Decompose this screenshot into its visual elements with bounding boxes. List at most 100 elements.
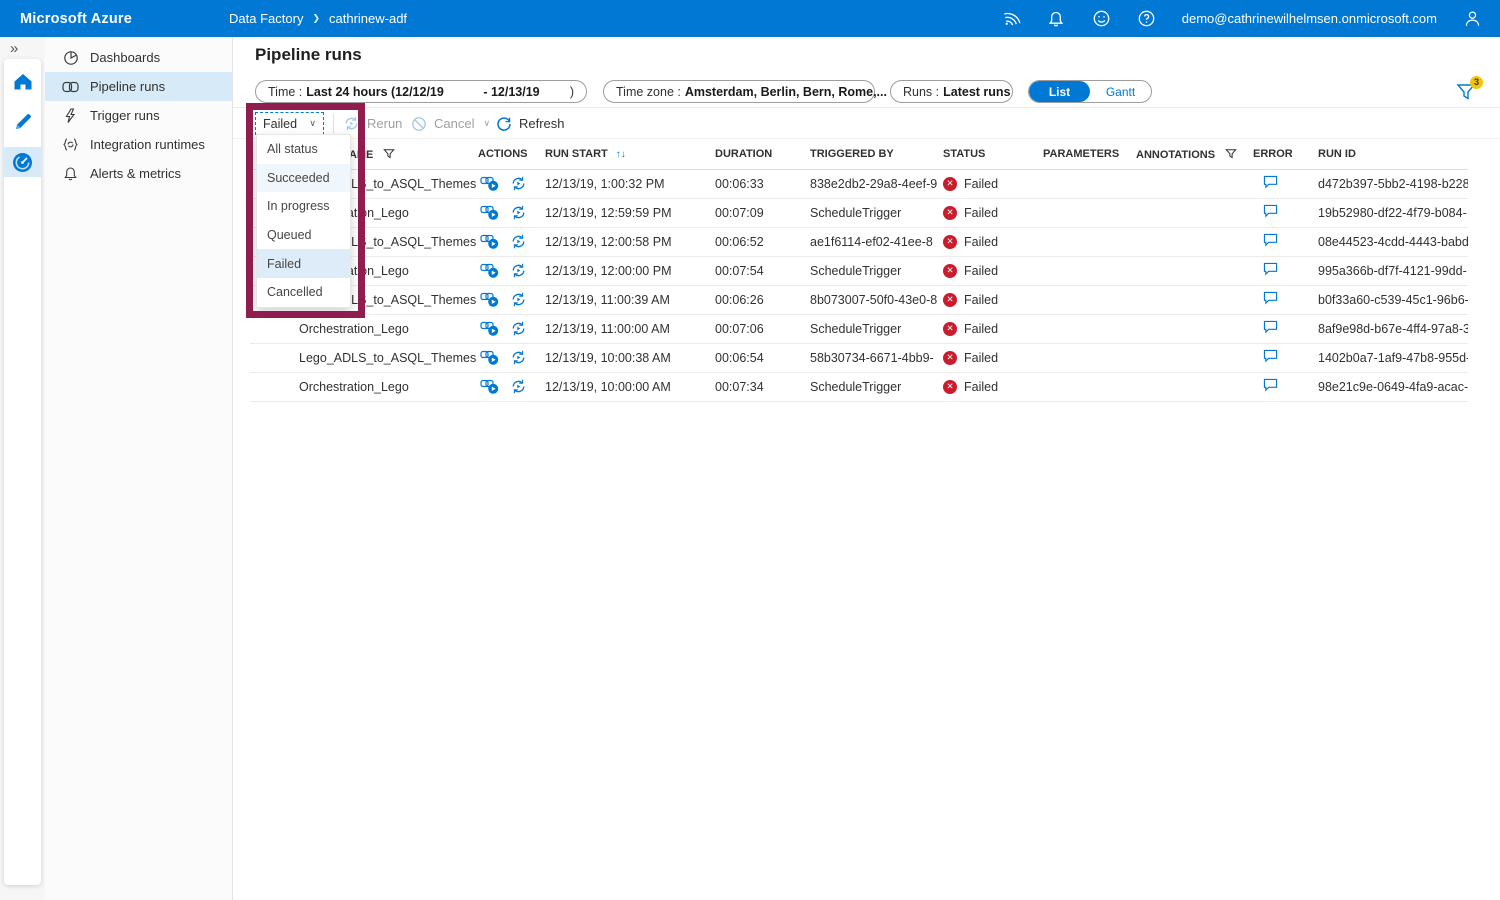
sidebar-item-alerts-metrics[interactable]: Alerts & metrics bbox=[45, 159, 232, 188]
gantt-view-button[interactable]: Gantt bbox=[1090, 81, 1151, 102]
rerun-run-icon[interactable] bbox=[510, 233, 527, 250]
actions-cell bbox=[478, 285, 545, 314]
list-view-button[interactable]: List bbox=[1029, 81, 1090, 102]
failed-status-icon: ✕ bbox=[943, 380, 957, 394]
view-activity-runs-icon[interactable] bbox=[480, 379, 500, 395]
feedback-smiley-icon[interactable] bbox=[1092, 9, 1111, 28]
header-run-start[interactable]: RUN START ↑↓ bbox=[545, 140, 715, 169]
header-status[interactable]: STATUS bbox=[943, 140, 1043, 169]
view-activity-runs-icon[interactable] bbox=[480, 205, 500, 221]
failed-status-icon: ✕ bbox=[943, 351, 957, 365]
error-message-icon[interactable] bbox=[1263, 349, 1278, 363]
rerun-run-icon[interactable] bbox=[510, 262, 527, 279]
header-triggered-by[interactable]: TRIGGERED BY bbox=[810, 140, 943, 169]
status-option-failed[interactable]: Failed bbox=[257, 249, 350, 278]
run-id: 98e21c9e-0649-4fa9-acac-b bbox=[1318, 372, 1468, 401]
pipeline-name[interactable]: Orchestration_Lego bbox=[250, 314, 478, 343]
notifications-bell-icon[interactable] bbox=[1047, 9, 1066, 28]
view-activity-runs-icon[interactable] bbox=[480, 176, 500, 192]
error-message-icon[interactable] bbox=[1263, 320, 1278, 334]
view-activity-runs-icon[interactable] bbox=[480, 321, 500, 337]
header-annotations[interactable]: ANNOTATIONS bbox=[1136, 140, 1253, 169]
sidebar-item-label: Integration runtimes bbox=[90, 137, 205, 152]
annotations-filter-funnel-icon[interactable] bbox=[1225, 148, 1237, 160]
rerun-run-icon[interactable] bbox=[510, 204, 527, 221]
status-text: Failed bbox=[964, 264, 998, 278]
status-cell: ✕ Failed bbox=[943, 314, 1043, 343]
status-filter-dropdown[interactable]: Failed ∨ bbox=[255, 112, 324, 135]
pipeline-name[interactable]: Lego_ADLS_to_ASQL_Themes bbox=[250, 343, 478, 372]
triggered-by: ScheduleTrigger bbox=[810, 372, 943, 401]
run-start: 12/13/19, 11:00:39 AM bbox=[545, 285, 715, 314]
time-filter-label: Time : bbox=[268, 85, 302, 99]
error-message-icon[interactable] bbox=[1263, 175, 1278, 189]
status-filter-value: Failed bbox=[263, 117, 297, 131]
status-option-cancelled[interactable]: Cancelled bbox=[257, 278, 350, 307]
error-message-icon[interactable] bbox=[1263, 378, 1278, 392]
sidebar-item-pipeline-runs[interactable]: Pipeline runs bbox=[45, 72, 232, 101]
rerun-button[interactable]: Rerun bbox=[343, 112, 402, 135]
timezone-filter-pill[interactable]: Time zone : Amsterdam, Berlin, Bern, Rom… bbox=[603, 80, 875, 103]
parameters-cell bbox=[1043, 169, 1136, 198]
page-title: Pipeline runs bbox=[255, 45, 362, 65]
monitor-button[interactable] bbox=[4, 147, 41, 177]
view-activity-runs-icon[interactable] bbox=[480, 234, 500, 250]
rerun-run-icon[interactable] bbox=[510, 349, 527, 366]
parameters-cell bbox=[1043, 227, 1136, 256]
author-button[interactable] bbox=[4, 105, 41, 139]
table-row: Orchestration_Lego bbox=[250, 314, 1468, 343]
time-filter-pill[interactable]: Time : Last 24 hours (12/12/19 - 12/13/1… bbox=[255, 80, 587, 103]
run-id: d472b397-5bb2-4198-b228 bbox=[1318, 169, 1468, 198]
rerun-run-icon[interactable] bbox=[510, 320, 527, 337]
header-duration[interactable]: DURATION bbox=[715, 140, 810, 169]
rerun-run-icon[interactable] bbox=[510, 291, 527, 308]
sidebar-item-dashboards[interactable]: Dashboards bbox=[45, 43, 232, 72]
cancel-button[interactable]: Cancel ∨ bbox=[411, 112, 490, 135]
error-message-icon[interactable] bbox=[1263, 204, 1278, 218]
account-avatar-icon[interactable] bbox=[1463, 9, 1482, 28]
error-cell bbox=[1253, 227, 1318, 256]
azure-brand[interactable]: Microsoft Azure bbox=[20, 11, 132, 27]
rerun-run-icon[interactable] bbox=[510, 378, 527, 395]
refresh-icon bbox=[496, 116, 512, 132]
refresh-button[interactable]: Refresh bbox=[496, 112, 565, 135]
view-activity-runs-icon[interactable] bbox=[480, 263, 500, 279]
error-message-icon[interactable] bbox=[1263, 262, 1278, 276]
rerun-run-icon[interactable] bbox=[510, 175, 527, 192]
view-activity-runs-icon[interactable] bbox=[480, 292, 500, 308]
main-content: Pipeline runs Time : Last 24 hours (12/1… bbox=[233, 37, 1500, 900]
status-cell: ✕ Failed bbox=[943, 372, 1043, 401]
sidebar-item-trigger-runs[interactable]: Trigger runs bbox=[45, 101, 232, 130]
run-start: 12/13/19, 11:00:00 AM bbox=[545, 314, 715, 343]
status-option-in-progress[interactable]: In progress bbox=[257, 192, 350, 221]
breadcrumb-resource[interactable]: cathrinew-adf bbox=[329, 11, 407, 26]
sort-arrows-icon[interactable]: ↑↓ bbox=[616, 149, 626, 160]
expand-rail-icon[interactable]: » bbox=[10, 40, 18, 57]
view-activity-runs-icon[interactable] bbox=[480, 350, 500, 366]
pipeline-name[interactable]: Orchestration_Lego bbox=[250, 372, 478, 401]
home-button[interactable] bbox=[4, 65, 41, 99]
help-icon[interactable] bbox=[1137, 9, 1156, 28]
runs-filter-pill[interactable]: Runs : Latest runs bbox=[890, 80, 1013, 103]
feedback-signal-icon[interactable] bbox=[1002, 9, 1021, 28]
sidebar-item-integration-runtimes[interactable]: Integration runtimes bbox=[45, 130, 232, 159]
table-row: Orchestration_Lego bbox=[250, 198, 1468, 227]
column-filter-button[interactable]: 3 bbox=[1455, 81, 1481, 107]
status-text: Failed bbox=[964, 380, 998, 394]
left-icon-rail: » bbox=[0, 37, 45, 900]
status-option-queued[interactable]: Queued bbox=[257, 221, 350, 250]
account-email[interactable]: demo@cathrinewilhelmsen.onmicrosoft.com bbox=[1182, 11, 1437, 26]
duration: 00:07:06 bbox=[715, 314, 810, 343]
status-option-all[interactable]: All status bbox=[257, 135, 350, 164]
error-cell bbox=[1253, 198, 1318, 227]
parameters-cell bbox=[1043, 256, 1136, 285]
runs-filter-value: Latest runs bbox=[943, 85, 1010, 99]
table-row: Lego_ADLS_to_ASQL_Themes bbox=[250, 343, 1468, 372]
timezone-filter-value: Amsterdam, Berlin, Bern, Rome,... bbox=[685, 85, 887, 99]
name-filter-funnel-icon[interactable] bbox=[383, 148, 395, 160]
error-cell bbox=[1253, 314, 1318, 343]
error-message-icon[interactable] bbox=[1263, 291, 1278, 305]
status-option-succeeded[interactable]: Succeeded bbox=[257, 164, 350, 193]
breadcrumb-app[interactable]: Data Factory bbox=[229, 11, 303, 26]
error-message-icon[interactable] bbox=[1263, 233, 1278, 247]
